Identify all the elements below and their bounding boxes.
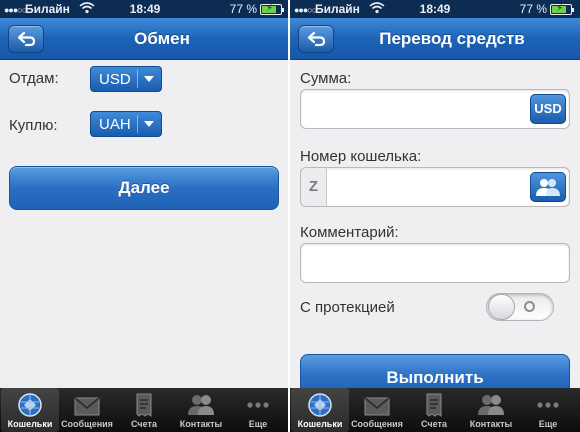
battery-percent: 77 % <box>519 2 547 16</box>
receive-currency-select[interactable]: UAH <box>90 111 162 137</box>
next-button[interactable]: Далее <box>9 166 279 210</box>
wallet-globe-icon <box>18 393 42 417</box>
back-button[interactable] <box>298 25 334 53</box>
contacts-icon <box>188 395 214 415</box>
tab-invoices[interactable]: Счета <box>405 388 463 432</box>
page-title: Перевод средств <box>379 29 525 48</box>
tab-label: Сообщения <box>61 419 113 429</box>
dropdown-arrow-icon <box>144 121 154 127</box>
transfer-screen: ●●●○○ Билайн 18:49 77 % ⚡ Перевод средст… <box>290 0 580 432</box>
contacts-icon <box>536 179 560 196</box>
tab-wallets[interactable]: Кошельки <box>1 388 59 432</box>
battery-icon: ⚡ <box>550 3 574 15</box>
envelope-icon <box>74 397 100 416</box>
tab-messages[interactable]: Сообщения <box>58 388 116 432</box>
receive-label: Куплю: <box>9 117 58 134</box>
comment-input[interactable] <box>300 243 570 283</box>
receive-currency-value: UAH <box>99 116 131 133</box>
protection-toggle[interactable] <box>486 293 554 321</box>
tab-label: Счета <box>421 419 447 429</box>
more-dots-icon <box>537 402 559 408</box>
tab-messages[interactable]: Сообщения <box>348 388 406 432</box>
tab-invoices[interactable]: Счета <box>115 388 173 432</box>
amount-currency-button[interactable]: USD <box>530 94 566 124</box>
status-bar: ●●●○○ Билайн 18:49 77 % ⚡ <box>0 0 290 18</box>
contacts-icon <box>478 395 504 415</box>
receipt-icon <box>426 393 442 417</box>
wallet-label: Номер кошелька: <box>300 148 422 165</box>
receipt-icon <box>136 393 152 417</box>
back-arrow-icon <box>307 31 326 47</box>
more-dots-icon <box>247 402 269 408</box>
battery-percent: 77 % <box>229 2 257 16</box>
comment-label: Комментарий: <box>300 224 399 241</box>
tab-label: Сообщения <box>351 419 403 429</box>
page-title: Обмен <box>134 29 190 48</box>
exchange-screen: ●●●○○ Билайн 18:49 77 % ⚡ Обмен Отдам: U… <box>0 0 290 432</box>
status-bar: ●●●○○ Билайн 18:49 77 % ⚡ <box>290 0 580 18</box>
tab-bar: Кошельки Сообщения Счета Контакты Еще <box>290 388 580 432</box>
give-label: Отдам: <box>9 70 59 87</box>
tab-label: Еще <box>538 419 558 429</box>
pick-contact-button[interactable] <box>530 172 566 202</box>
dropdown-arrow-icon <box>144 76 154 82</box>
tab-bar: Кошельки Сообщения Счета Контакты Еще <box>0 388 290 432</box>
give-currency-value: USD <box>99 71 131 88</box>
tab-more[interactable]: Еще <box>229 388 287 432</box>
back-arrow-icon <box>17 31 36 47</box>
tab-label: Контакты <box>469 419 513 429</box>
tab-more[interactable]: Еще <box>519 388 577 432</box>
wallet-prefix: Z <box>301 168 327 206</box>
wallet-globe-icon <box>308 393 332 417</box>
protection-label: С протекцией <box>300 299 395 316</box>
tab-label: Счета <box>131 419 157 429</box>
amount-input[interactable]: USD <box>300 89 570 129</box>
give-currency-select[interactable]: USD <box>90 66 162 92</box>
wallet-number-input[interactable]: Z <box>300 167 570 207</box>
tab-label: Кошельки <box>7 419 53 429</box>
tab-wallets[interactable]: Кошельки <box>291 388 349 432</box>
toggle-knob <box>488 294 515 320</box>
tab-label: Контакты <box>179 419 223 429</box>
amount-label: Сумма: <box>300 70 352 87</box>
tab-label: Еще <box>248 419 268 429</box>
nav-bar: Перевод средств <box>290 18 580 60</box>
tab-contacts[interactable]: Контакты <box>172 388 230 432</box>
envelope-icon <box>364 397 390 416</box>
battery-icon: ⚡ <box>260 3 284 15</box>
toggle-off-icon <box>524 301 535 312</box>
nav-bar: Обмен <box>0 18 290 60</box>
tab-label: Кошельки <box>297 419 343 429</box>
tab-contacts[interactable]: Контакты <box>462 388 520 432</box>
back-button[interactable] <box>8 25 44 53</box>
